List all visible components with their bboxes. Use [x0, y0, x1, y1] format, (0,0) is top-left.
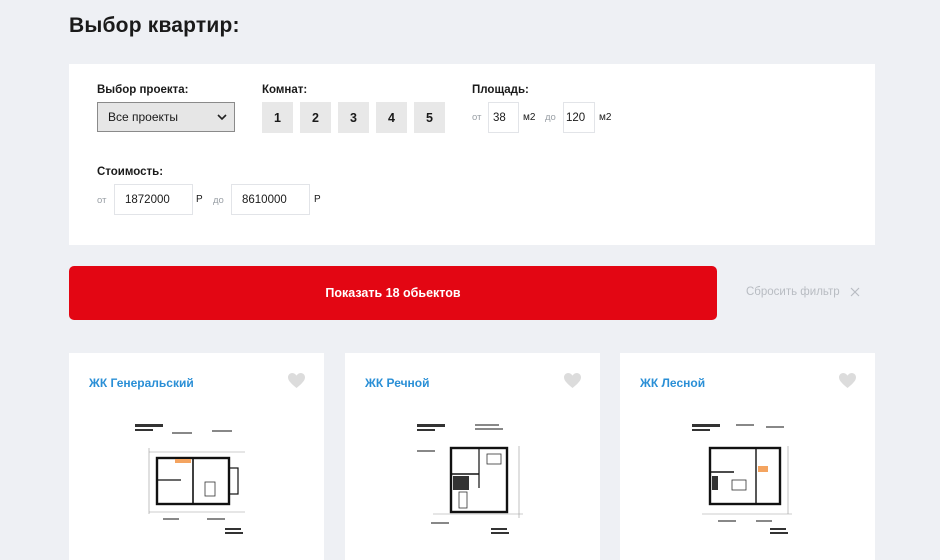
- card-title[interactable]: ЖК Лесной: [640, 376, 705, 390]
- floor-plan-image: [135, 424, 245, 534]
- price-from-label: от: [97, 195, 107, 206]
- card-title[interactable]: ЖК Речной: [365, 376, 430, 390]
- project-card-rechnoy[interactable]: ЖК Речной: [345, 353, 600, 560]
- room-button-4[interactable]: 4: [376, 102, 407, 133]
- project-card-lesnoy[interactable]: ЖК Лесной: [620, 353, 875, 560]
- price-label: Стоимость:: [97, 166, 164, 178]
- price-from-unit: Р: [196, 194, 203, 205]
- room-button-1[interactable]: 1: [262, 102, 293, 133]
- reset-filter-label: Сбросить фильтр: [746, 286, 840, 298]
- price-to-unit: Р: [314, 194, 321, 205]
- room-button-5[interactable]: 5: [414, 102, 445, 133]
- reset-filter-button[interactable]: Сбросить фильтр: [746, 286, 860, 298]
- price-from-input[interactable]: 1872000: [114, 184, 193, 215]
- area-label: Площадь:: [472, 84, 529, 96]
- close-icon: [850, 287, 860, 297]
- room-button-2[interactable]: 2: [300, 102, 331, 133]
- rooms-label: Комнат:: [262, 84, 308, 96]
- heart-icon[interactable]: [287, 372, 306, 389]
- project-select[interactable]: Все проекты: [97, 102, 235, 132]
- area-from-input[interactable]: 38: [488, 102, 519, 133]
- area-to-input[interactable]: 120: [563, 102, 595, 133]
- page-title: Выбор квартир:: [69, 14, 240, 37]
- price-to-label: до: [213, 195, 224, 206]
- area-to-label: до: [545, 112, 556, 123]
- area-from-label: от: [472, 112, 482, 123]
- area-from-unit: м2: [523, 112, 536, 123]
- area-to-unit: м2: [599, 112, 612, 123]
- heart-icon[interactable]: [563, 372, 582, 389]
- heart-icon[interactable]: [838, 372, 857, 389]
- room-button-3[interactable]: 3: [338, 102, 369, 133]
- show-results-button[interactable]: Показать 18 обьектов: [69, 266, 717, 320]
- project-select-value: Все проекты: [108, 110, 179, 124]
- card-title[interactable]: ЖК Генеральский: [89, 376, 194, 390]
- project-card-generalsky[interactable]: ЖК Генеральский: [69, 353, 324, 560]
- chevron-down-icon: [217, 114, 227, 121]
- floor-plan-image: [692, 424, 792, 534]
- filter-panel: Выбор проекта: Все проекты Комнат: 1 2 3…: [69, 64, 875, 245]
- floor-plan-image: [417, 424, 523, 534]
- project-label: Выбор проекта:: [97, 84, 189, 96]
- price-to-input[interactable]: 8610000: [231, 184, 310, 215]
